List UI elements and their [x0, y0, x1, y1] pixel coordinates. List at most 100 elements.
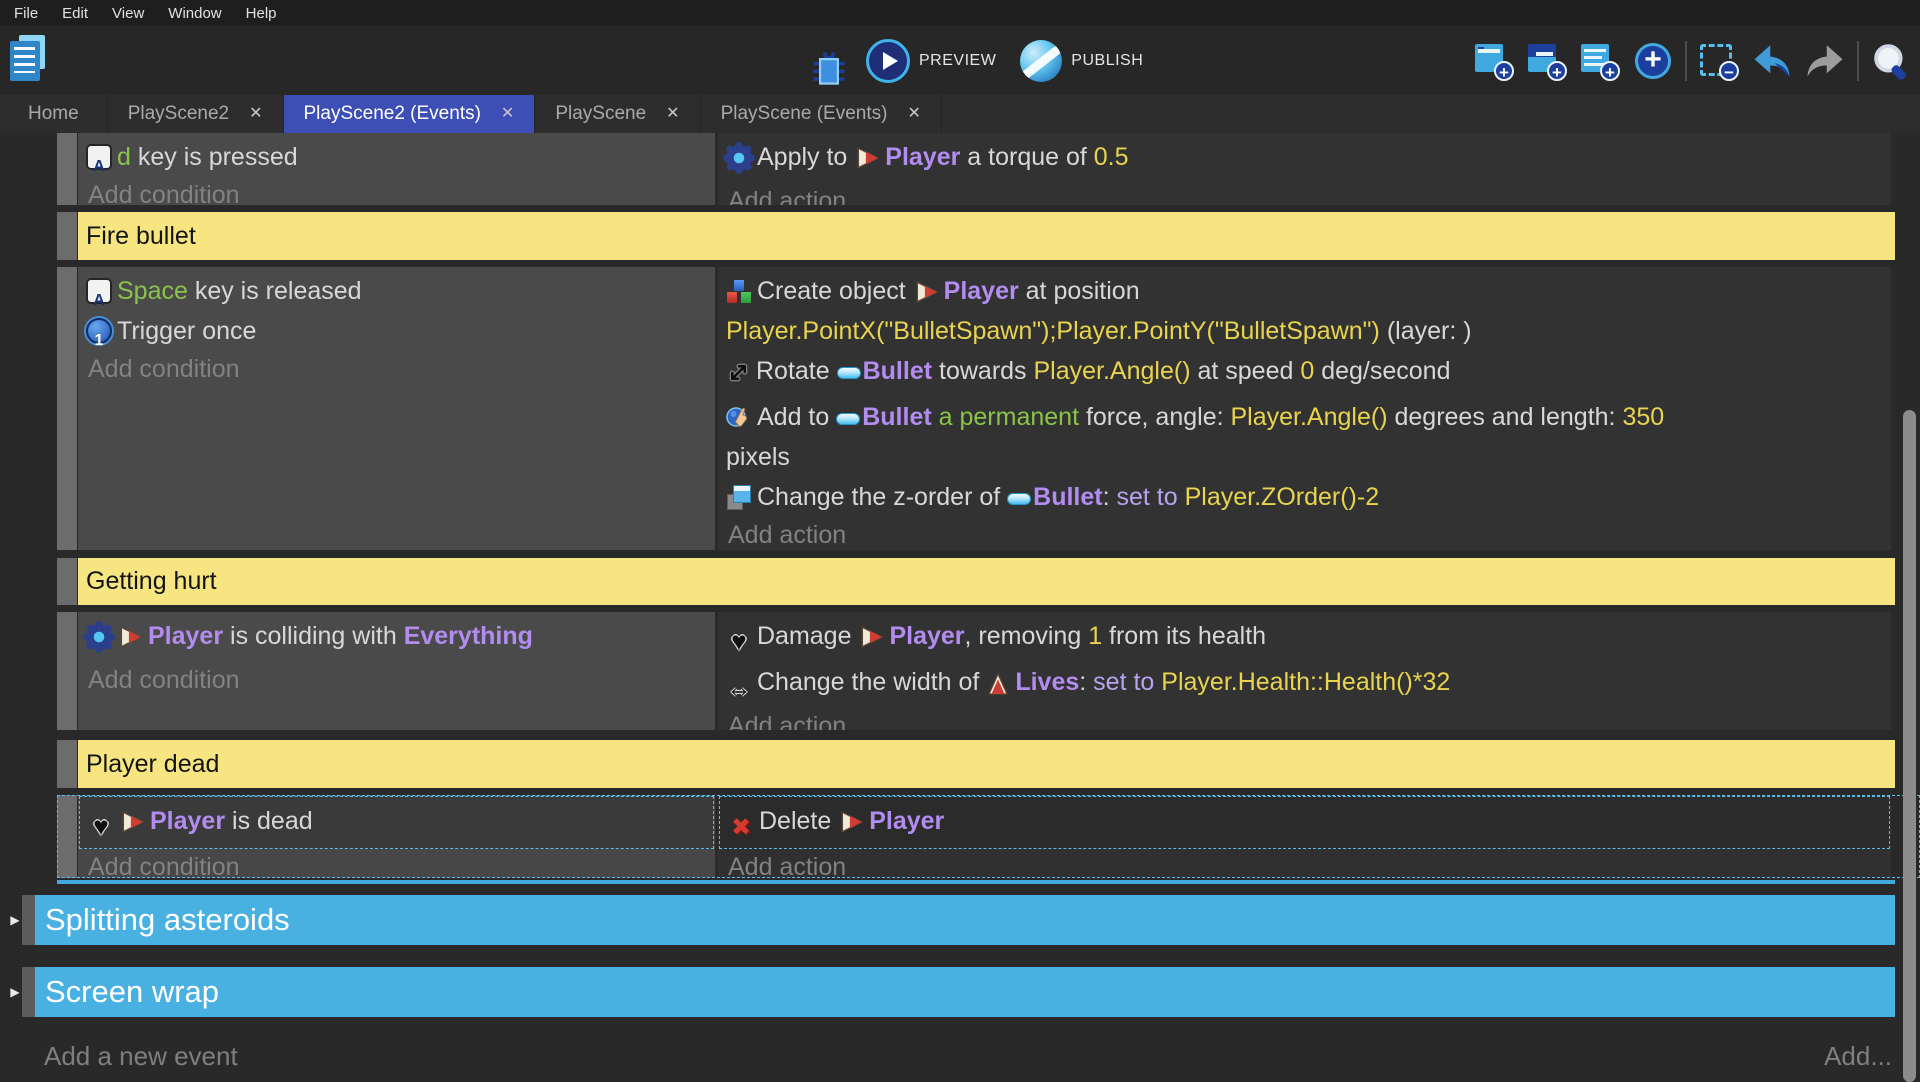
condition-line[interactable]: Player is dead: [88, 801, 709, 847]
action-line[interactable]: Apply to Player a torque of 0.5: [726, 137, 1887, 183]
action-line[interactable]: Change the z-order of Bullet: set to Pla…: [726, 477, 1887, 517]
row-drag-handle[interactable]: [57, 612, 77, 730]
instruction-text: [1178, 483, 1185, 511]
chevron-right-icon[interactable]: [8, 967, 22, 1017]
instruction-text: 1: [1088, 622, 1102, 650]
keyboard-key-icon: [86, 278, 112, 304]
add-condition-button[interactable]: Add condition: [78, 850, 715, 878]
row-drag-handle[interactable]: [57, 133, 77, 205]
tab-close-icon[interactable]: ✕: [666, 106, 679, 122]
player-object-icon: [913, 279, 939, 314]
instruction-text: Add to: [757, 403, 836, 431]
condition-line[interactable]: Space key is released: [86, 271, 711, 311]
instruction-text: force, angle:: [1079, 403, 1230, 431]
chevron-right-icon[interactable]: [8, 895, 22, 945]
add-condition-button[interactable]: Add condition: [78, 663, 715, 695]
tab-playscene2-events[interactable]: PlayScene2 (Events)✕: [284, 95, 536, 133]
add-subevent-icon[interactable]: [1526, 40, 1568, 82]
action-line[interactable]: Delete Player: [728, 801, 1885, 847]
instruction-text: 0: [1300, 357, 1314, 385]
tab-playscene-events[interactable]: PlayScene (Events)✕: [701, 95, 942, 133]
search-icon[interactable]: [1870, 40, 1912, 82]
add-condition-button[interactable]: Add condition: [78, 352, 715, 384]
comment-row[interactable]: Player dead: [57, 740, 1920, 788]
tab-close-icon[interactable]: ✕: [907, 106, 920, 122]
app-logo-icon[interactable]: [8, 34, 48, 84]
add-more-button[interactable]: Add...: [1824, 1041, 1892, 1072]
event-row[interactable]: d key is pressedAdd conditionApply to Pl…: [57, 133, 1920, 205]
instruction-text: at speed: [1191, 357, 1301, 385]
instruction-text: Player: [148, 622, 223, 650]
heart-icon: [726, 625, 752, 653]
add-event-icon[interactable]: [1473, 40, 1515, 82]
events-sheet: d key is pressedAdd conditionApply to Pl…: [0, 133, 1920, 1080]
row-drag-handle[interactable]: [57, 740, 77, 788]
logo-lines: [14, 47, 35, 73]
action-line[interactable]: Change the width of Lives: set to Player…: [726, 662, 1887, 708]
action-cell: Delete Player Add action: [718, 795, 1891, 878]
tab-label: Home: [28, 103, 79, 125]
condition-line[interactable]: Player is colliding with Everything: [86, 616, 711, 662]
condition-line[interactable]: d key is pressed: [86, 137, 711, 177]
preview-button[interactable]: PREVIEW: [866, 39, 1010, 83]
menu-item-window[interactable]: Window: [164, 5, 225, 22]
tab-playscene[interactable]: PlayScene✕: [535, 95, 700, 133]
group-row[interactable]: Splitting asteroids: [8, 895, 1920, 945]
publish-button[interactable]: PUBLISH: [1020, 40, 1157, 82]
action-line[interactable]: Damage Player, removing 1 from its healt…: [726, 616, 1887, 662]
row-drag-handle[interactable]: [57, 558, 77, 605]
event-row[interactable]: Player is colliding with EverythingAdd c…: [57, 612, 1920, 730]
add-action-button[interactable]: Add action: [718, 850, 1891, 878]
lives-object-icon: [986, 671, 1010, 705]
add-action-button[interactable]: Add action: [718, 518, 1891, 550]
comment-row[interactable]: Getting hurt: [57, 558, 1920, 605]
action-line[interactable]: Rotate Bullet towards Player.Angle() at …: [726, 351, 1887, 397]
tab-close-icon[interactable]: ✕: [249, 106, 262, 122]
menu-item-edit[interactable]: Edit: [58, 5, 92, 22]
instruction-text: Space: [117, 277, 188, 305]
tab-playscene2[interactable]: PlayScene2✕: [108, 95, 284, 133]
instruction-text: key is pressed: [131, 143, 298, 171]
event-row[interactable]: Player is deadAdd conditionDelete Player…: [57, 795, 1920, 878]
tab-close-icon[interactable]: ✕: [501, 106, 514, 122]
instruction-text: Everything: [404, 622, 533, 650]
condition-cell: d key is pressedAdd condition: [78, 133, 718, 205]
tab-home[interactable]: Home: [0, 95, 108, 133]
action-line[interactable]: Add to Bullet a permanent force, angle: …: [726, 397, 1887, 477]
instruction-text: towards: [932, 357, 1033, 385]
instruction-text: Player.Angle(): [1034, 357, 1191, 385]
row-drag-handle[interactable]: [57, 795, 77, 878]
add-action-button[interactable]: Add action: [718, 184, 1891, 205]
instruction-text: Change the width of: [757, 668, 986, 696]
instruction-text: Lives: [1015, 668, 1079, 696]
add-comment-icon[interactable]: [1579, 40, 1621, 82]
comment-row[interactable]: Fire bullet: [57, 212, 1920, 260]
menu-item-file[interactable]: File: [10, 5, 42, 22]
row-drag-handle[interactable]: [22, 967, 35, 1017]
vertical-scrollbar[interactable]: [1903, 410, 1916, 1082]
row-drag-handle[interactable]: [57, 267, 77, 550]
add-action-button[interactable]: Add action: [718, 709, 1891, 730]
action-line[interactable]: Create object Player at position Player.…: [726, 271, 1887, 351]
instruction-text: from its health: [1102, 622, 1266, 650]
delete-selection-icon[interactable]: [1698, 40, 1740, 82]
row-drag-handle[interactable]: [57, 212, 77, 260]
instruction-text: key is released: [188, 277, 362, 305]
menu-item-view[interactable]: View: [108, 5, 148, 22]
event-row[interactable]: Space key is releasedTrigger onceAdd con…: [57, 267, 1920, 550]
condition-line[interactable]: Trigger once: [86, 311, 711, 351]
undo-icon[interactable]: [1751, 40, 1793, 82]
instruction-text: Player: [150, 807, 225, 835]
debug-icon[interactable]: [812, 48, 846, 88]
group-row[interactable]: Screen wrap: [8, 967, 1920, 1017]
choose-event-icon[interactable]: [1632, 40, 1674, 82]
bullet-object-icon: [837, 367, 861, 379]
add-new-event-button[interactable]: Add a new event: [44, 1041, 238, 1072]
condition-list: Player is dead: [79, 796, 714, 849]
resize-width-icon: [726, 671, 752, 697]
menu-item-help[interactable]: Help: [242, 5, 281, 22]
redo-icon[interactable]: [1804, 40, 1846, 82]
row-drag-handle[interactable]: [22, 895, 35, 945]
group-title: Splitting asteroids: [35, 895, 1895, 945]
add-condition-button[interactable]: Add condition: [78, 178, 715, 205]
